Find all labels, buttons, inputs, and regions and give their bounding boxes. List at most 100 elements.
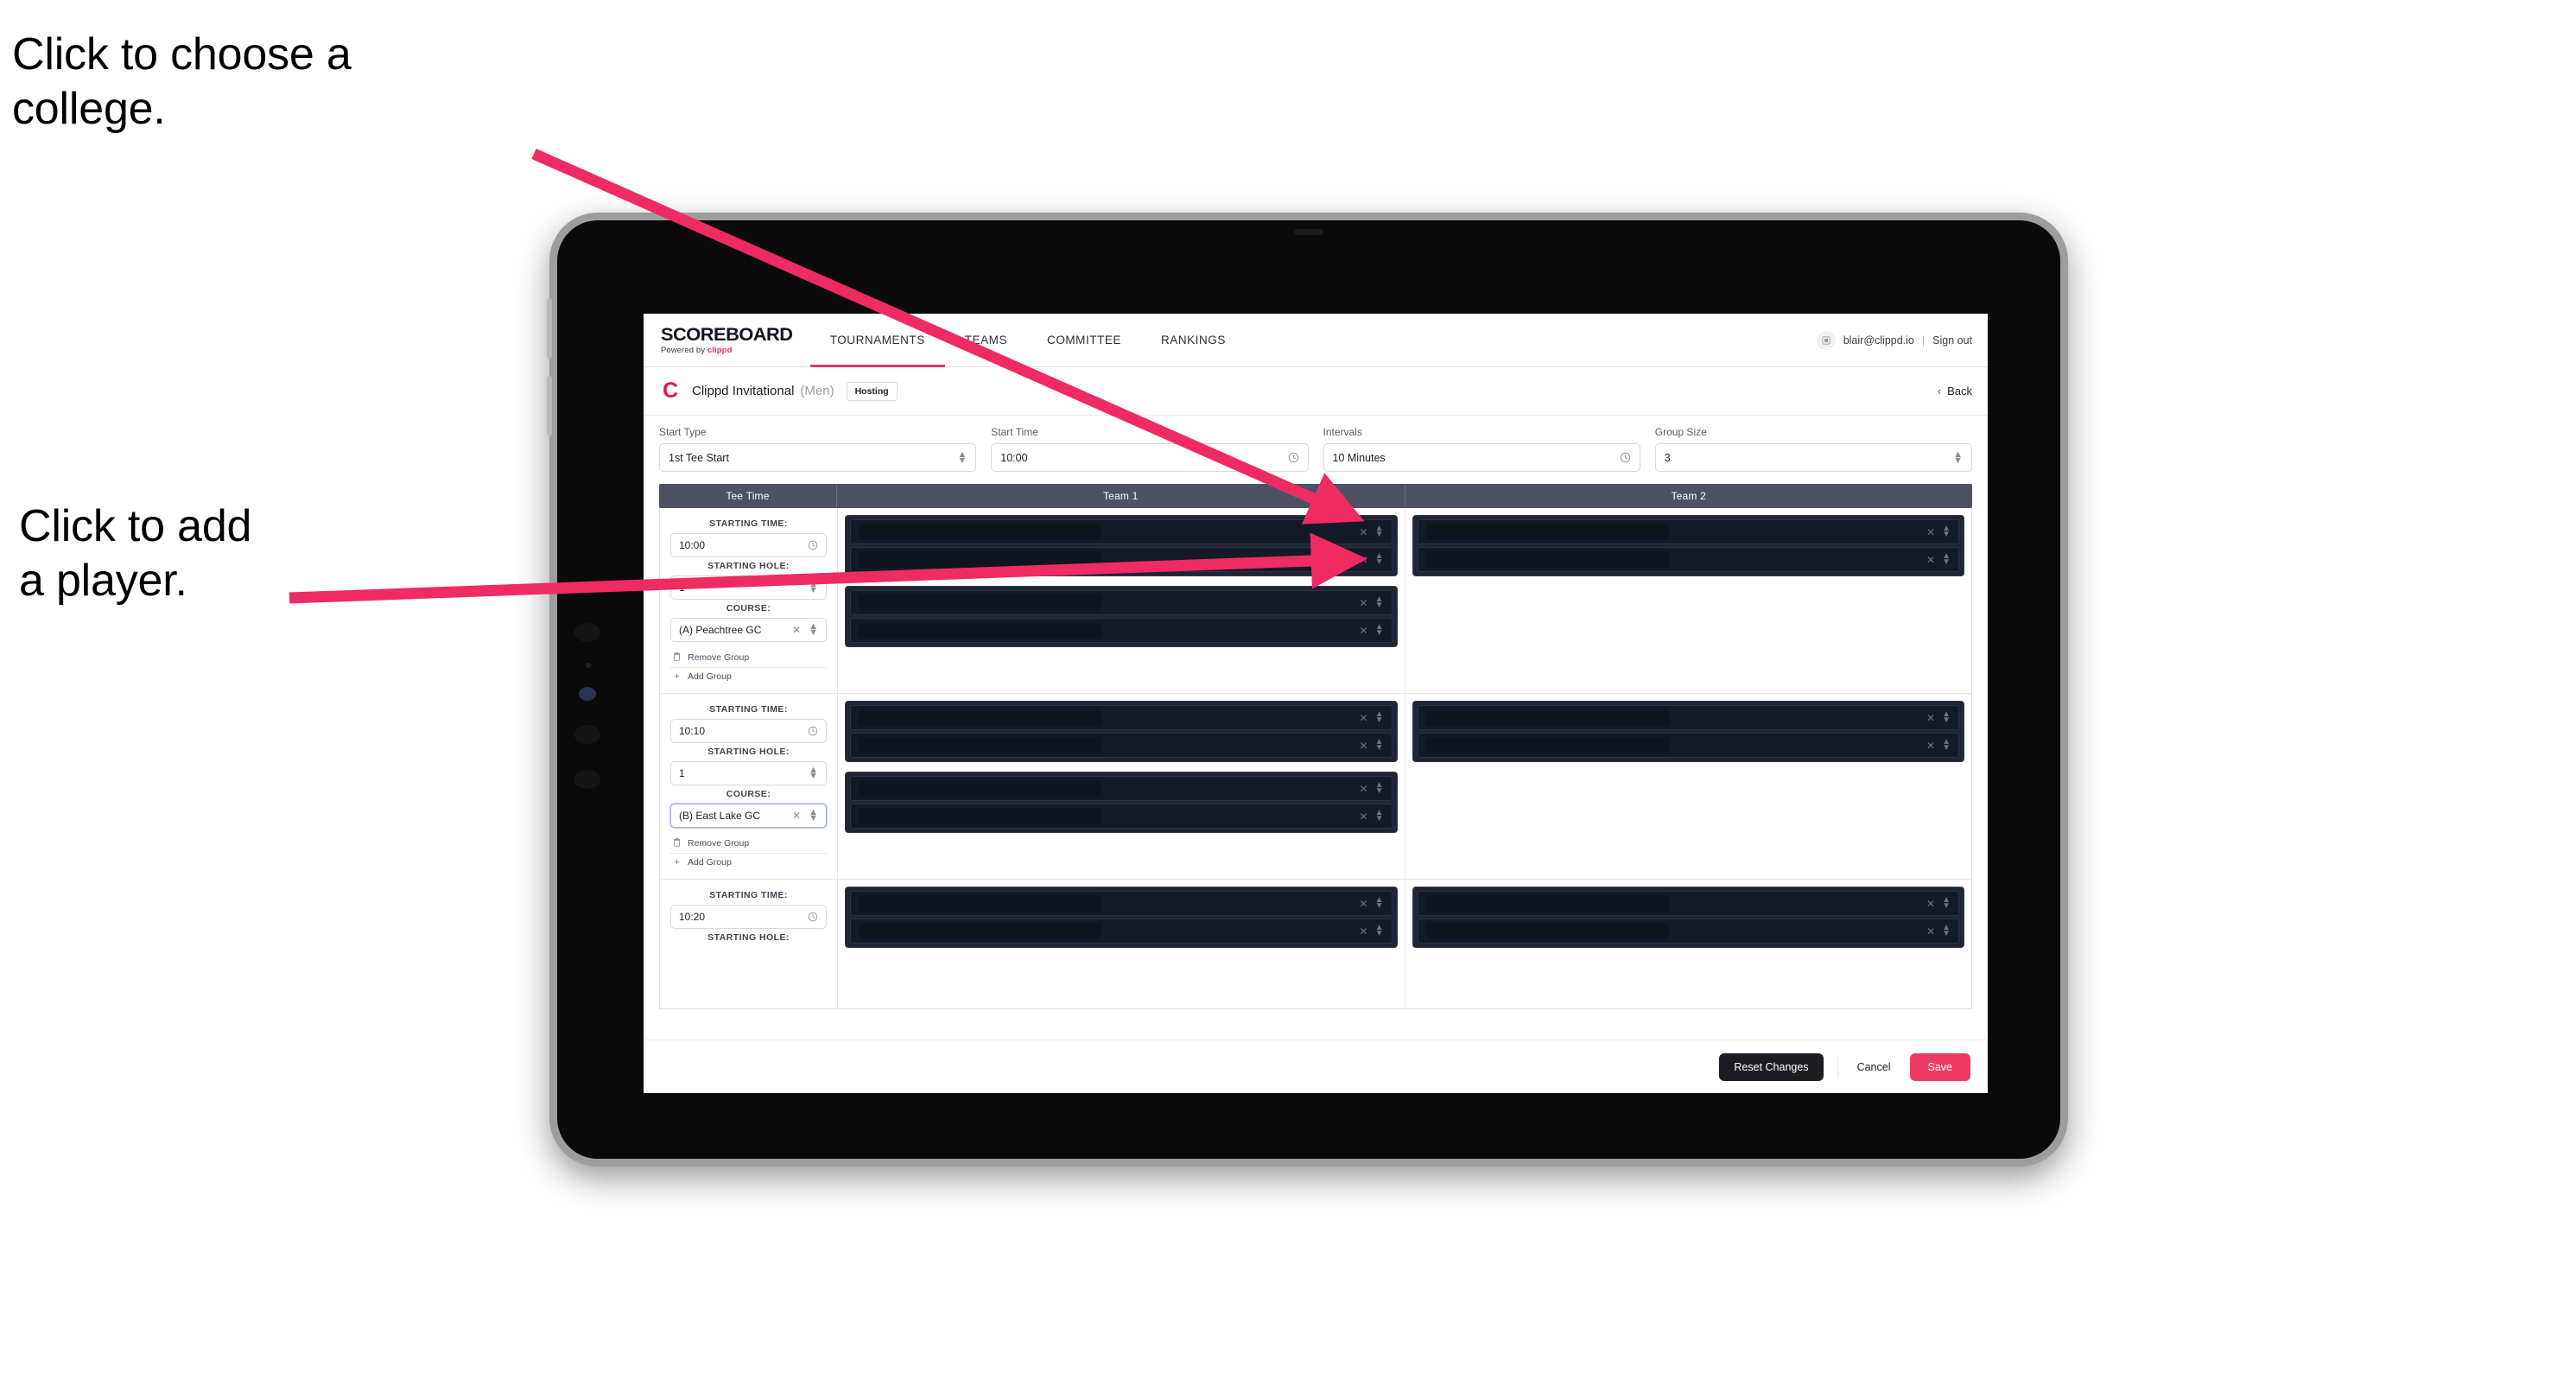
stepper-updown-icon[interactable]: ▲ ▼	[1375, 552, 1384, 567]
player-group[interactable]: ✕ ▲ ▼ ✕ ▲ ▼	[845, 515, 1398, 576]
starting-hole-stepper[interactable]: 1 ▲ ▼	[670, 761, 827, 785]
clock-icon[interactable]	[1288, 452, 1299, 463]
starting-time-input[interactable]: 10:10	[670, 719, 827, 743]
stepper-updown-icon[interactable]: ▲ ▼	[1942, 738, 1951, 753]
close-x-icon[interactable]: ✕	[792, 810, 801, 822]
close-x-icon[interactable]: ✕	[1360, 740, 1368, 752]
nav-tab-committee[interactable]: COMMITTEE	[1027, 314, 1141, 367]
player-slot[interactable]: ✕ ▲ ▼	[1417, 919, 1959, 944]
player-slot[interactable]: ✕ ▲ ▼	[850, 519, 1393, 544]
course-select[interactable]: (B) East Lake GC ✕ ▲ ▼	[670, 804, 827, 828]
player-slot[interactable]: ✕ ▲ ▼	[1417, 547, 1959, 572]
close-x-icon[interactable]: ✕	[1360, 526, 1368, 538]
stepper-updown-icon[interactable]: ▲ ▼	[809, 808, 818, 823]
starting-time-input[interactable]: 10:20	[670, 905, 827, 929]
nav-tab-rankings[interactable]: RANKINGS	[1141, 314, 1246, 367]
close-x-icon[interactable]: ✕	[1926, 526, 1935, 538]
player-group[interactable]: ✕ ▲ ▼ ✕ ▲ ▼	[845, 772, 1398, 833]
player-group[interactable]: ✕ ▲ ▼ ✕ ▲ ▼	[1412, 515, 1964, 576]
clock-icon[interactable]	[808, 912, 818, 922]
player-slot[interactable]: ✕ ▲ ▼	[1417, 891, 1959, 916]
stepper-updown-icon[interactable]: ▲ ▼	[1375, 525, 1384, 539]
close-x-icon[interactable]: ✕	[1360, 898, 1368, 910]
stepper-updown-icon[interactable]: ▲ ▼	[1375, 896, 1384, 911]
stepper-updown-icon[interactable]: ▲ ▼	[1375, 781, 1384, 796]
player-slot[interactable]: ✕ ▲ ▼	[850, 547, 1393, 572]
reset-changes-button[interactable]: Reset Changes	[1719, 1052, 1824, 1081]
volume-up-button[interactable]	[547, 298, 552, 359]
cancel-button[interactable]: Cancel	[1852, 1053, 1896, 1081]
stepper-updown-icon[interactable]: ▲ ▼	[809, 622, 818, 638]
tee-sheet-table-body[interactable]: STARTING TIME: 10:00 STARTING HOLE: 1 ▲ ▼	[659, 508, 1972, 1009]
remove-group-button[interactable]: Remove Group	[670, 834, 827, 853]
stepper-updown-icon[interactable]: ▲ ▼	[957, 449, 967, 465]
stepper-updown-icon[interactable]: ▲ ▼	[809, 580, 818, 595]
stepper-updown-icon[interactable]: ▲ ▼	[1375, 623, 1384, 638]
volume-down-button[interactable]	[547, 376, 552, 436]
scoreboard-logo[interactable]: SCOREBOARD Powered by clippd	[644, 326, 810, 355]
stepper-updown-icon[interactable]: ▲ ▼	[809, 766, 818, 781]
close-x-icon[interactable]: ✕	[1926, 740, 1935, 752]
stepper-updown-icon[interactable]: ▲ ▼	[1953, 449, 1963, 465]
stepper-updown-icon[interactable]: ▲ ▼	[1375, 738, 1384, 753]
stepper-updown-icon[interactable]: ▲ ▼	[1375, 710, 1384, 725]
player-group[interactable]: ✕ ▲ ▼ ✕ ▲ ▼	[1412, 701, 1964, 762]
player-group[interactable]: ✕ ▲ ▼ ✕ ▲ ▼	[845, 586, 1398, 647]
close-x-icon[interactable]: ✕	[1360, 783, 1368, 795]
clock-icon[interactable]	[808, 540, 818, 550]
close-x-icon[interactable]: ✕	[1360, 811, 1368, 823]
intervals-input[interactable]: 10 Minutes	[1323, 443, 1640, 472]
stepper-updown-icon[interactable]: ▲ ▼	[1942, 525, 1951, 539]
group-size-stepper[interactable]: 3 ▲ ▼	[1654, 443, 1972, 472]
close-x-icon[interactable]: ✕	[792, 624, 801, 636]
close-x-icon[interactable]: ✕	[1926, 712, 1935, 724]
player-group[interactable]: ✕ ▲ ▼ ✕ ▲ ▼	[1412, 887, 1964, 948]
stepper-updown-icon[interactable]: ▲ ▼	[1942, 896, 1951, 911]
player-slot[interactable]: ✕ ▲ ▼	[850, 804, 1393, 829]
player-slot[interactable]: ✕ ▲ ▼	[850, 590, 1393, 615]
start-type-select[interactable]: 1st Tee Start ▲ ▼	[659, 443, 977, 472]
stepper-updown-icon[interactable]: ▲ ▼	[1375, 924, 1384, 938]
close-x-icon[interactable]: ✕	[1360, 597, 1368, 609]
player-slot[interactable]: ✕ ▲ ▼	[850, 618, 1393, 643]
player-slot[interactable]: ✕ ▲ ▼	[850, 891, 1393, 916]
add-group-button[interactable]: + Add Group	[670, 667, 827, 685]
close-x-icon[interactable]: ✕	[1926, 554, 1935, 566]
clock-icon[interactable]	[1620, 452, 1631, 463]
nav-tab-tournaments[interactable]: TOURNAMENTS	[809, 314, 945, 367]
sign-out-link[interactable]: Sign out	[1932, 334, 1972, 346]
stepper-updown-icon[interactable]: ▲ ▼	[1375, 595, 1384, 610]
course-select[interactable]: (A) Peachtree GC ✕ ▲ ▼	[670, 618, 827, 642]
user-avatar-icon[interactable]	[1816, 330, 1836, 350]
player-group[interactable]: ✕ ▲ ▼ ✕ ▲ ▼	[845, 701, 1398, 762]
close-x-icon[interactable]: ✕	[1360, 712, 1368, 724]
close-x-icon[interactable]: ✕	[1360, 554, 1368, 566]
starting-time-input[interactable]: 10:00	[670, 533, 827, 557]
player-slot[interactable]: ✕ ▲ ▼	[850, 919, 1393, 944]
close-x-icon[interactable]: ✕	[1926, 898, 1935, 910]
save-button[interactable]: Save	[1909, 1052, 1970, 1081]
stepper-updown-icon[interactable]: ▲ ▼	[1942, 924, 1951, 938]
add-group-button[interactable]: + Add Group	[670, 853, 827, 871]
brand-wordmark: SCOREBOARD	[661, 324, 793, 345]
stepper-updown-icon[interactable]: ▲ ▼	[1942, 710, 1951, 725]
player-group[interactable]: ✕ ▲ ▼ ✕ ▲ ▼	[845, 887, 1398, 948]
close-x-icon[interactable]: ✕	[1360, 625, 1368, 637]
player-slot[interactable]: ✕ ▲ ▼	[850, 705, 1393, 730]
remove-group-button[interactable]: Remove Group	[670, 648, 827, 667]
stepper-updown-icon[interactable]: ▲ ▼	[1942, 552, 1951, 567]
back-button[interactable]: ‹ Back	[1938, 385, 1972, 397]
player-slot[interactable]: ✕ ▲ ▼	[1417, 733, 1959, 758]
start-time-input[interactable]: 10:00	[991, 443, 1309, 472]
stepper-updown-icon[interactable]: ▲ ▼	[1375, 809, 1384, 823]
clock-icon[interactable]	[808, 726, 818, 736]
player-slot[interactable]: ✕ ▲ ▼	[1417, 519, 1959, 544]
close-x-icon[interactable]: ✕	[1360, 925, 1368, 938]
player-slot[interactable]: ✕ ▲ ▼	[850, 776, 1393, 801]
nav-user-area: blair@clippd.io | Sign out	[1816, 330, 1988, 350]
nav-tab-teams[interactable]: TEAMS	[945, 314, 1027, 367]
close-x-icon[interactable]: ✕	[1926, 925, 1935, 938]
player-slot[interactable]: ✕ ▲ ▼	[850, 733, 1393, 758]
starting-hole-stepper[interactable]: 1 ▲ ▼	[670, 575, 827, 600]
player-slot[interactable]: ✕ ▲ ▼	[1417, 705, 1959, 730]
